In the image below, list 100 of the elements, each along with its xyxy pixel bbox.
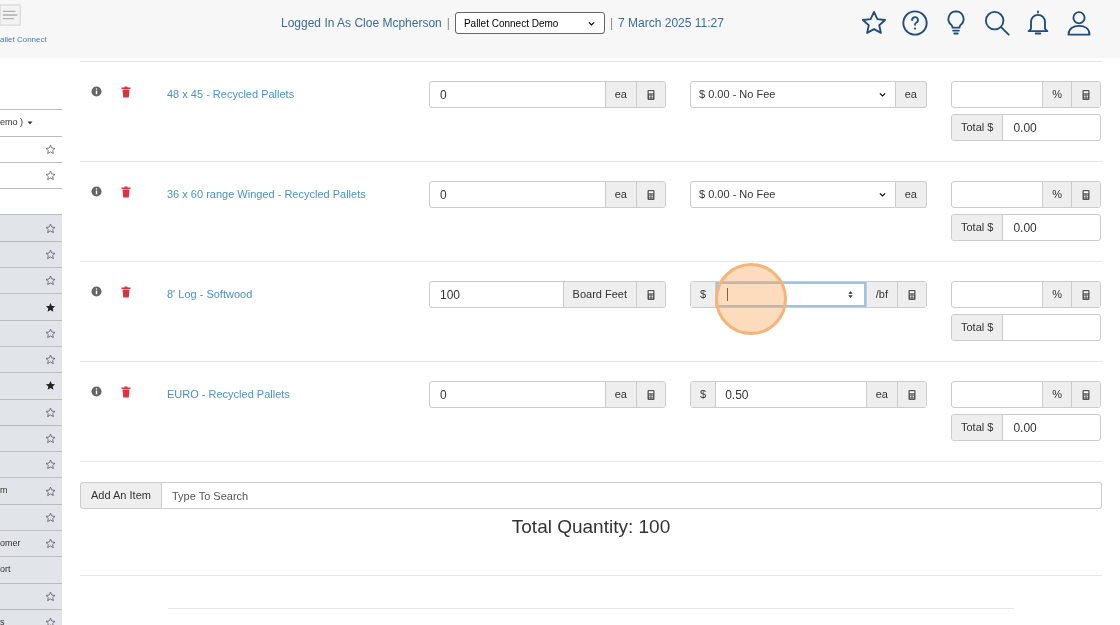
star-outline-icon[interactable]	[45, 590, 56, 602]
input-addon: %	[1042, 382, 1071, 407]
calculator-button[interactable]	[636, 382, 665, 407]
star-outline-icon[interactable]	[45, 248, 56, 260]
star-outline-icon[interactable]	[45, 354, 56, 366]
star-outline-icon[interactable]	[45, 511, 56, 523]
separator: |	[446, 15, 450, 32]
price-field[interactable]	[716, 282, 866, 307]
text-cursor	[727, 288, 729, 301]
quantity-field[interactable]: 100 Board Feet	[429, 281, 666, 308]
calculator-button[interactable]	[1071, 282, 1100, 307]
search-icon[interactable]	[983, 9, 1011, 37]
input-addon: Total $	[952, 415, 1004, 440]
discount-field[interactable]: %	[951, 281, 1101, 308]
input-addon: ea	[604, 382, 636, 407]
discount-field[interactable]: %	[951, 381, 1101, 408]
discount-field[interactable]: %	[951, 181, 1101, 208]
search-field[interactable]: Type To Search	[161, 482, 1102, 509]
star-outline-icon[interactable]	[45, 459, 56, 471]
star-outline-icon[interactable]	[45, 275, 56, 287]
calculator-icon	[645, 388, 657, 401]
input-addon: ea	[604, 182, 636, 207]
total-field: Total $ 0.00	[951, 414, 1101, 441]
fee-select[interactable]: $ 0.00 - No Fee	[690, 81, 896, 108]
quantity-field[interactable]: 0 ea	[429, 181, 666, 208]
calculator-icon	[645, 88, 657, 101]
calculator-icon	[645, 288, 657, 301]
star-outline-icon[interactable]	[45, 327, 56, 339]
star-outline-icon[interactable]	[45, 222, 56, 234]
star-outline-icon[interactable]	[45, 406, 56, 418]
item-link[interactable]: 36 x 60 range Winged - Recycled Pallets	[167, 188, 366, 200]
calculator-button[interactable]	[636, 82, 665, 107]
calculator-icon	[1080, 288, 1092, 301]
logo-caption: allet Connect	[0, 34, 47, 46]
sidebar-label: emo )	[0, 116, 23, 130]
spinner-icon[interactable]	[845, 290, 855, 299]
item-link[interactable]: 48 x 45 - Recycled Pallets	[167, 88, 295, 100]
trash-icon[interactable]	[120, 186, 132, 198]
info-icon[interactable]	[91, 386, 102, 397]
calculator-button[interactable]	[1071, 182, 1100, 207]
star-outline-icon[interactable]	[45, 538, 56, 550]
star-outline-icon[interactable]	[45, 433, 56, 444]
info-icon[interactable]	[91, 286, 102, 297]
input-addon: Total $	[952, 115, 1004, 140]
calculator-button[interactable]	[897, 282, 926, 307]
star-filled-icon[interactable]	[45, 301, 56, 313]
star-filled-icon[interactable]	[45, 380, 56, 392]
calculator-icon	[645, 188, 657, 201]
account-select[interactable]: Pallet Connect Demo	[454, 12, 605, 34]
chevron-down-icon	[877, 190, 887, 199]
logged-in-text: Logged In As Cloe Mcpherson	[281, 15, 442, 32]
input-addon: %	[1042, 182, 1071, 207]
star-icon[interactable]	[860, 9, 888, 37]
calculator-button[interactable]	[636, 282, 665, 307]
sidebar-item[interactable]: ort	[0, 557, 62, 584]
calculator-icon	[1080, 88, 1092, 101]
separator: |	[609, 15, 614, 32]
input-addon: Total $	[952, 215, 1004, 240]
date-time: 7 March 2025 11:27	[618, 15, 724, 32]
fee-select[interactable]: $ 0.00 - No Fee	[690, 181, 896, 208]
input-addon: ea	[895, 181, 927, 208]
item-link[interactable]: 8' Log - Softwood	[167, 288, 253, 300]
star-outline-icon[interactable]	[45, 485, 56, 497]
user-icon[interactable]	[1065, 9, 1093, 37]
sidebar-label: omer	[0, 536, 21, 550]
star-outline-icon[interactable]	[45, 170, 56, 182]
input-addon: ea	[895, 81, 927, 108]
input-addon: ea	[604, 82, 636, 107]
calculator-button[interactable]	[1071, 382, 1100, 407]
trash-icon[interactable]	[120, 286, 132, 298]
item-link[interactable]: EURO - Recycled Pallets	[167, 388, 290, 400]
info-icon[interactable]	[91, 186, 102, 197]
total-quantity: Total Quantity: 100	[511, 515, 671, 539]
help-icon[interactable]	[901, 9, 929, 37]
quantity-field[interactable]: 0 ea	[429, 381, 666, 408]
add-item-button[interactable]: Add An Item	[80, 482, 162, 509]
input-addon: %	[1042, 82, 1071, 107]
sidebar-label: ort	[0, 563, 11, 577]
star-outline-icon[interactable]	[45, 143, 56, 155]
star-outline-icon[interactable]	[45, 617, 56, 625]
input-addon: Board Feet	[562, 282, 636, 307]
sidebar-label: s	[0, 615, 5, 625]
input-addon: %	[1042, 282, 1071, 307]
calculator-icon	[1080, 188, 1092, 201]
calculator-icon	[906, 288, 918, 301]
input-addon: /bf	[865, 282, 897, 307]
input-addon: Total $	[952, 315, 1004, 340]
sidebar-item[interactable]: m	[0, 478, 62, 505]
quantity-field[interactable]: 0 ea	[429, 81, 666, 108]
sidebar-item[interactable]: omer	[0, 531, 62, 558]
discount-field[interactable]: %	[951, 81, 1101, 108]
calculator-button[interactable]	[1071, 82, 1100, 107]
info-icon[interactable]	[91, 86, 102, 97]
input-addon: $	[691, 282, 717, 307]
calculator-icon	[1080, 388, 1092, 401]
trash-icon[interactable]	[120, 86, 132, 98]
trash-icon[interactable]	[120, 386, 132, 398]
total-field: Total $ 0.00	[951, 214, 1101, 241]
calculator-button[interactable]	[636, 182, 665, 207]
sidebar-label: m	[0, 484, 8, 498]
